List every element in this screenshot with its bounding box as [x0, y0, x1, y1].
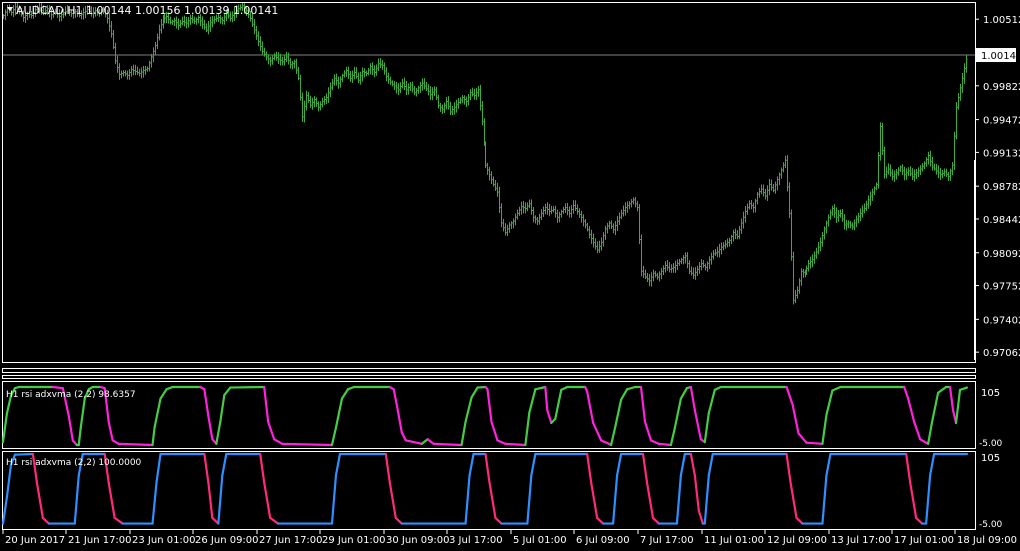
current-price-label: 1.00141 — [981, 51, 1020, 62]
price-tick-label: 0.97752 — [983, 282, 1020, 293]
indicator1-bottom-label: -5.00 — [979, 439, 1003, 449]
time-tick-label: 20 Jun 2017 — [5, 535, 65, 546]
time-tick-label: 29 Jun 01:00 — [322, 535, 386, 546]
price-tick-label: 0.98442 — [983, 215, 1020, 226]
indicator-segment — [281, 442, 334, 447]
current-price-badge: 1.00141 — [976, 48, 1020, 63]
price-tick-label: 1.00512 — [983, 15, 1020, 26]
price-tick-label: 0.99822 — [983, 82, 1020, 93]
price-tick-label: 0.99132 — [983, 148, 1020, 159]
chart-background — [0, 0, 1020, 551]
time-tick-label: 3 Jul 17:00 — [449, 535, 503, 546]
time-tick-label: 26 Jun 09:00 — [195, 535, 259, 546]
price-tick-label: 0.97402 — [983, 315, 1020, 326]
indicator2-bottom-label: -5.00 — [979, 520, 1003, 530]
indicator-segment — [51, 385, 64, 390]
time-tick-label: 18 Jul 09:00 — [957, 535, 1017, 546]
indicator1-label: H1 rsi adxvma (2,2) 98.6357 — [6, 390, 136, 400]
time-tick-label: 11 Jul 01:00 — [704, 535, 764, 546]
indicator-segment — [504, 442, 527, 447]
indicator-segment — [657, 442, 673, 447]
indicator1-top-label: 105 — [981, 388, 1000, 399]
time-tick-label: 5 Jul 01:00 — [513, 535, 567, 546]
time-tick-label: 7 Jul 17:00 — [640, 535, 694, 546]
time-tick-label: 13 Jul 17:00 — [831, 535, 891, 546]
indicator-segment — [476, 385, 487, 389]
indicator2-label: H1 rsi adxvma (2,2) 100.0000 — [6, 458, 142, 468]
indicator2-top-label: 105 — [981, 453, 1000, 464]
time-tick-label: 30 Jun 09:00 — [386, 535, 450, 546]
time-tick-label: 21 Jun 17:00 — [68, 535, 132, 546]
metatrader-chart-window[interactable]: AUDCAD,H1 1.00144 1.00156 1.00139 1.0014… — [0, 0, 1020, 551]
price-tick-label: 0.98782 — [983, 182, 1020, 193]
price-tick-label: 0.99472 — [983, 116, 1020, 127]
chart-header: AUDCAD,H1 1.00144 1.00156 1.00139 1.0014… — [16, 4, 278, 17]
time-tick-label: 27 Jun 17:00 — [259, 535, 323, 546]
scroll-marker — [974, 160, 976, 360]
time-tick-label: 17 Jul 01:00 — [894, 535, 954, 546]
indicator-segment — [229, 385, 266, 389]
time-tick-label: 6 Jul 09:00 — [576, 535, 630, 546]
price-tick-label: 0.97062 — [983, 348, 1020, 359]
indicator-segment — [805, 441, 824, 445]
time-tick-label: 23 Jun 01:00 — [132, 535, 196, 546]
time-tick-label: 12 Jul 09:00 — [767, 535, 827, 546]
indicator-segment — [117, 442, 154, 447]
indicator-segment — [432, 442, 463, 447]
price-tick-label: 0.98092 — [983, 249, 1020, 260]
indicator-segment — [13, 452, 35, 456]
